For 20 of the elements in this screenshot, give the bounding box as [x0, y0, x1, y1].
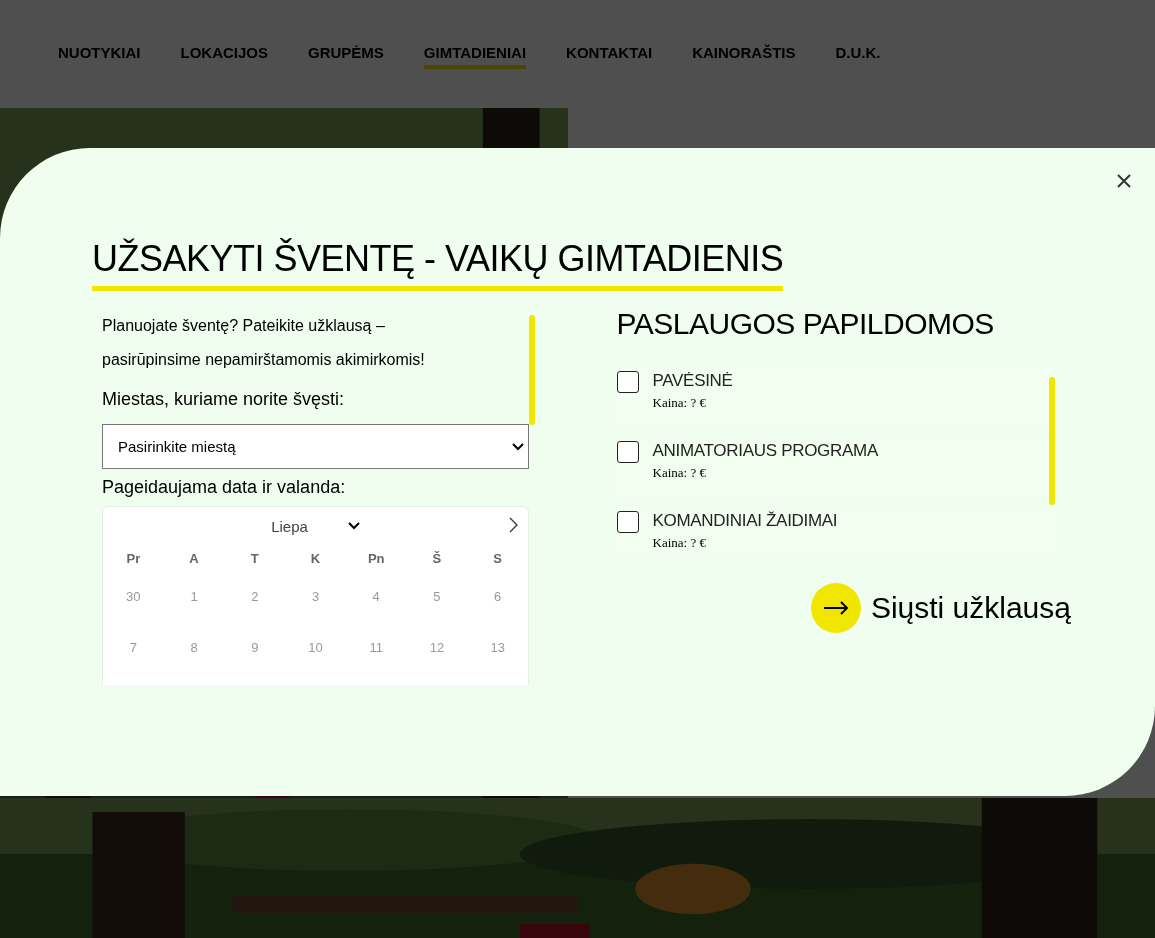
nav-link[interactable]: GIMTADIENIAI — [423, 39, 527, 69]
service-price: Kaina: ? € — [652, 535, 707, 551]
service-name: KOMANDINIAI ŽAIDIMAI — [652, 511, 838, 531]
submit-button[interactable]: Siųsti užklausą — [810, 583, 1071, 633]
nav-link[interactable]: KAINORAŠTIS — [692, 39, 796, 69]
section-title: PASLAUGOS PAPILDOMOS — [616, 307, 995, 341]
service-name: ANIMATORIAUS PROGRAMA — [652, 441, 878, 461]
nav-link[interactable]: KONTAKTAI — [566, 39, 653, 69]
service-price: Kaina: ? € — [652, 395, 707, 411]
nav-link[interactable]: GRUPĖMS — [308, 39, 384, 69]
nav-link[interactable]: NUOTYKIAI — [58, 39, 141, 69]
checkbox[interactable] — [616, 441, 639, 463]
checkbox[interactable] — [616, 511, 639, 533]
service-name: PAVĖSINĖ — [652, 371, 733, 391]
service-price: Kaina: ? € — [652, 465, 707, 481]
checkbox[interactable] — [616, 371, 639, 393]
nav-link[interactable]: LOKACIJOS — [180, 39, 268, 69]
nav-link[interactable]: D.U.K. — [835, 39, 881, 69]
scrollbar-thumb[interactable] — [1049, 377, 1055, 505]
close-icon[interactable] — [1115, 172, 1133, 190]
